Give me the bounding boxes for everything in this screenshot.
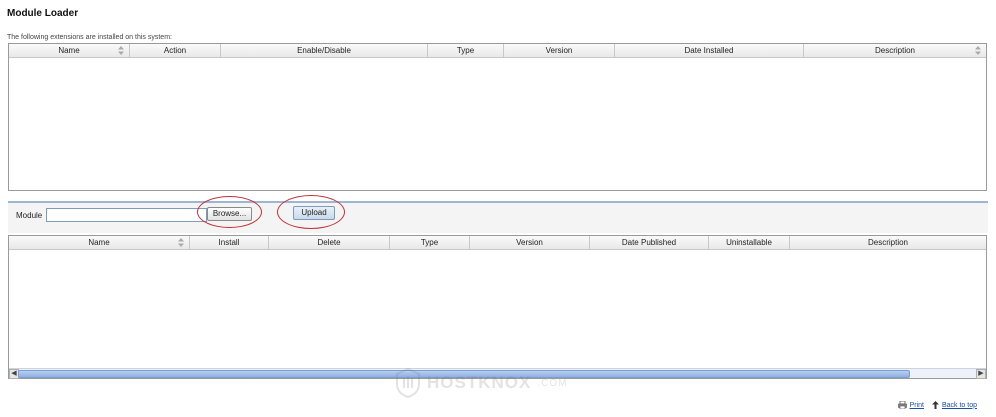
module-upload-bar: Module Browse... Upload <box>8 201 988 233</box>
column-label: Version <box>516 238 543 247</box>
back-to-top-link[interactable]: Back to top <box>931 401 977 409</box>
column-header-version[interactable]: Version <box>504 44 615 57</box>
printer-icon <box>897 401 907 409</box>
available-table-header: Name Install Delete Type Version Date Pu… <box>9 236 986 250</box>
column-label: Delete <box>317 238 341 247</box>
column-header-name[interactable]: Name <box>9 236 190 249</box>
column-label: Action <box>163 46 187 55</box>
column-label: Description <box>867 238 908 247</box>
column-header-date-installed[interactable]: Date Installed <box>615 44 804 57</box>
installed-table-header: Name Action Enable/Disable Type Version … <box>9 44 986 58</box>
browse-highlight-ellipse <box>197 196 262 228</box>
column-label: Description <box>874 46 915 55</box>
column-label: Type <box>456 46 475 55</box>
column-header-type[interactable]: Type <box>428 44 504 57</box>
column-label: Uninstallable <box>726 238 772 247</box>
hostknox-logo-icon <box>396 368 420 398</box>
module-file-input[interactable] <box>46 208 207 222</box>
module-label: Module <box>16 211 43 220</box>
page-title: Module Loader <box>7 8 79 19</box>
column-label: Name <box>88 238 110 247</box>
column-header-description[interactable]: Description <box>804 44 986 57</box>
scroll-right-arrow-icon[interactable]: ▶ <box>976 369 986 379</box>
footer-links: Print Back to top <box>897 401 977 409</box>
column-header-enable-disable[interactable]: Enable/Disable <box>221 44 428 57</box>
sort-icon[interactable] <box>178 238 184 247</box>
print-label: Print <box>909 401 924 409</box>
column-label: Enable/Disable <box>297 46 351 55</box>
sort-icon[interactable] <box>118 46 124 55</box>
column-label: Type <box>420 238 439 247</box>
available-table-body <box>9 250 986 378</box>
column-label: Install <box>218 238 240 247</box>
installed-extensions-table: Name Action Enable/Disable Type Version … <box>8 43 987 191</box>
column-header-type[interactable]: Type <box>390 236 470 249</box>
installed-table-body <box>9 58 986 190</box>
back-to-top-label: Back to top <box>941 401 977 409</box>
sort-icon[interactable] <box>975 46 981 55</box>
page-subtitle: The following extensions are installed o… <box>7 34 172 41</box>
column-header-description[interactable]: Description <box>790 236 986 249</box>
column-header-name[interactable]: Name <box>9 44 130 57</box>
column-label: Version <box>545 46 573 55</box>
column-header-action[interactable]: Action <box>130 44 221 57</box>
column-label: Name <box>58 46 80 55</box>
hostknox-watermark: HOSTKNOX .COM <box>395 368 567 398</box>
watermark-suffix: .COM <box>537 377 568 389</box>
column-header-version[interactable]: Version <box>470 236 590 249</box>
column-header-date-published[interactable]: Date Published <box>590 236 709 249</box>
watermark-brand: HOSTKNOX <box>427 373 532 392</box>
available-modules-table: Name Install Delete Type Version Date Pu… <box>8 235 987 379</box>
print-link[interactable]: Print <box>897 401 924 409</box>
upload-highlight-ellipse <box>277 195 345 229</box>
column-label: Date Installed <box>684 46 734 55</box>
column-label: Date Published <box>621 238 677 247</box>
column-header-uninstallable[interactable]: Uninstallable <box>709 236 790 249</box>
column-header-install[interactable]: Install <box>190 236 269 249</box>
arrow-up-icon <box>931 401 939 409</box>
column-header-delete[interactable]: Delete <box>269 236 390 249</box>
